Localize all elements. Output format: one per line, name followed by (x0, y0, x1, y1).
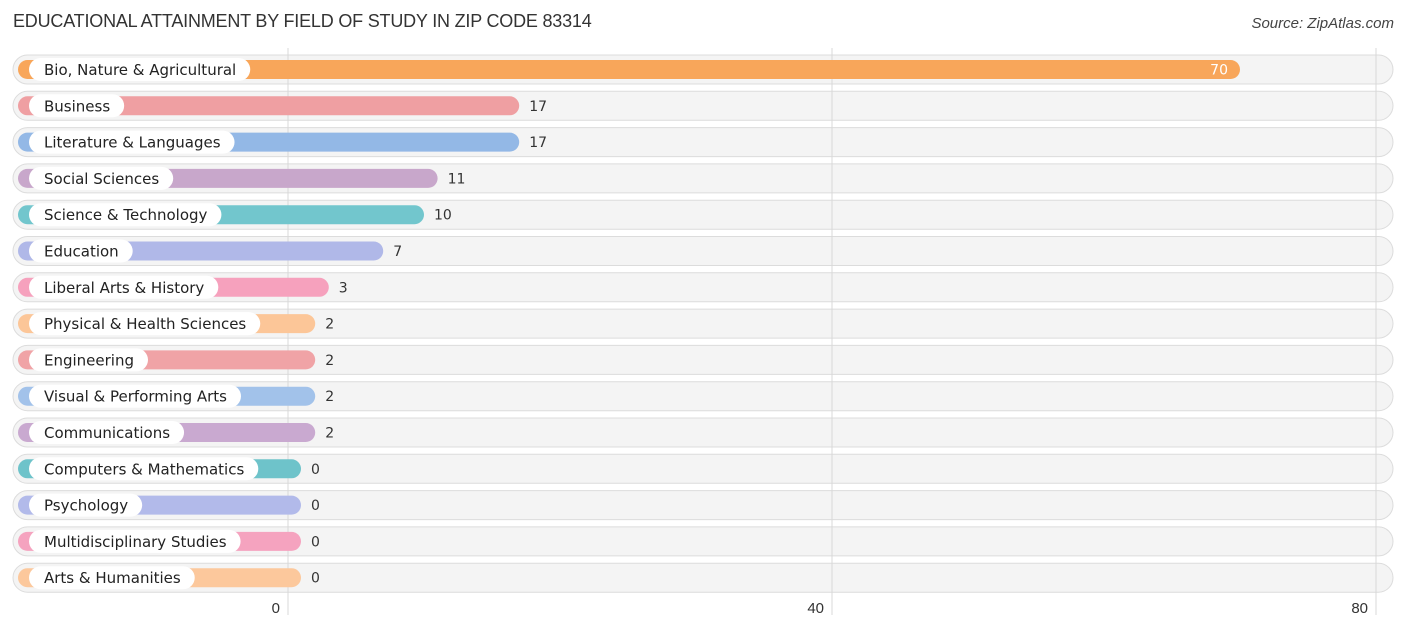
bar-group: Multidisciplinary Studies 0 (18, 529, 320, 553)
value-label: 2 (325, 389, 334, 405)
value-label: 17 (529, 135, 547, 151)
value-label: 3 (339, 280, 348, 296)
value-label: 7 (393, 244, 402, 260)
category-label: Bio, Nature & Agricultural (44, 61, 236, 79)
category-label: Education (44, 243, 119, 261)
value-label: 2 (325, 353, 334, 369)
bar-group: Engineering 2 (18, 348, 334, 372)
value-label: 11 (448, 171, 466, 187)
value-label: 0 (311, 571, 320, 587)
category-label: Social Sciences (44, 170, 159, 188)
bar-group: Business 17 (18, 94, 547, 118)
category-label: Engineering (44, 351, 134, 369)
x-tick-label: 80 (1351, 600, 1368, 617)
bar-group: Computers & Mathematics 0 (18, 457, 320, 481)
bar-group: Communications 2 (18, 421, 334, 444)
value-label: 10 (434, 208, 452, 224)
bar-group: Education 7 (18, 239, 402, 263)
bar-group: Social Sciences 11 (18, 166, 466, 190)
value-label: 0 (311, 462, 320, 478)
category-label: Multidisciplinary Studies (44, 533, 227, 551)
value-label: 70 (1210, 63, 1228, 79)
category-label: Visual & Performing Arts (44, 388, 227, 406)
bar-group: Visual & Performing Arts 2 (18, 384, 334, 408)
category-label: Psychology (44, 497, 128, 515)
bar-group: Arts & Humanities 0 (18, 566, 320, 590)
category-label: Computers & Mathematics (44, 460, 244, 478)
x-axis-ticks: 0 40 80 (272, 600, 1368, 617)
bar-group: Bio, Nature & Agricultural 70 (18, 58, 1240, 81)
x-tick-label: 0 (272, 600, 280, 617)
category-label: Physical & Health Sciences (44, 315, 246, 333)
x-tick-label: 40 (807, 600, 824, 617)
value-label: 0 (311, 534, 320, 550)
category-label: Communications (44, 424, 170, 442)
category-label: Science & Technology (44, 206, 208, 224)
category-label: Arts & Humanities (44, 569, 181, 587)
category-label: Liberal Arts & History (44, 279, 204, 297)
bar-group: Psychology 0 (18, 493, 320, 517)
bar-chart: Bio, Nature & Agricultural 70Business 17Li… (12, 48, 1394, 617)
bar-group: Science & Technology 10 (18, 203, 452, 227)
bar-group: Literature & Languages 17 (18, 130, 547, 154)
value-label: 2 (325, 426, 334, 442)
value-label: 0 (311, 498, 320, 514)
value-label: 17 (529, 99, 547, 115)
value-label: 2 (325, 317, 334, 333)
bar-group: Physical & Health Sciences 2 (18, 312, 334, 336)
category-label: Business (44, 97, 110, 115)
bar-group: Liberal Arts & History 3 (18, 275, 348, 299)
category-label: Literature & Languages (44, 134, 221, 152)
